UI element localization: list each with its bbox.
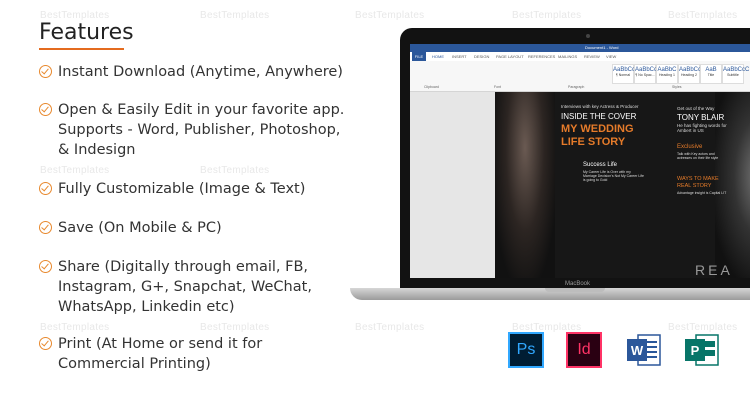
ways-line-2: REAL STORY: [677, 183, 712, 189]
word-title-bar: [410, 44, 750, 52]
check-circle-icon: [39, 260, 52, 273]
check-circle-icon: [39, 103, 52, 116]
check-circle-icon: [39, 182, 52, 195]
cover-sub-heading: Success Life: [583, 162, 618, 168]
cover-sub-text: My Career Life is Over with my Marriage …: [583, 170, 644, 182]
ways-line-1: WAYS TO MAKE: [677, 176, 719, 182]
ribbon-group-clipboard: Clipboard: [424, 85, 439, 89]
right-tag: Get out of the Way: [677, 106, 715, 111]
exclusive-text: Talk with Key actors and actresses on th…: [677, 152, 719, 160]
cover-headline-3: LIFE STORY: [561, 136, 626, 148]
feature-item: Fully Customizable (Image & Text): [39, 179, 305, 199]
laptop-notch: [545, 288, 605, 292]
style-no-spacing[interactable]: AaBbCcDc ¶ No Spac...: [634, 64, 664, 84]
style-heading-2[interactable]: AaBbCcC Heading 2: [678, 64, 705, 84]
style-heading-1[interactable]: AaBbC Heading 1: [656, 64, 678, 84]
style-subtitle[interactable]: AaBbCcC Subtitle: [722, 64, 749, 84]
feature-text: Open & Easily Edit in your favorite app.…: [58, 102, 345, 158]
svg-text:P: P: [691, 343, 700, 358]
watermark: BestTemplates: [200, 322, 270, 333]
check-circle-icon: [39, 221, 52, 234]
check-circle-icon: [39, 337, 52, 350]
tab-references[interactable]: REFERENCES: [528, 54, 555, 59]
tab-view[interactable]: VIEW: [606, 54, 616, 59]
watermark: BestTemplates: [40, 165, 110, 176]
feature-item: Open & Easily Edit in your favorite app.…: [39, 100, 344, 160]
watermark: BestTemplates: [355, 10, 425, 21]
footer-letters: REA: [695, 262, 733, 278]
cover-headline-1: INSIDE THE COVER: [561, 112, 637, 121]
feature-text: Save (On Mobile & PC): [58, 220, 222, 236]
watermark: BestTemplates: [668, 10, 738, 21]
ribbon-group-paragraph: Paragraph: [568, 85, 585, 89]
features-heading: Features: [39, 20, 134, 45]
feature-text: Print (At Home or send it for Commercial…: [58, 336, 263, 372]
tab-insert[interactable]: INSERT: [452, 54, 467, 59]
feature-text: Instant Download (Anytime, Anywhere): [58, 64, 343, 80]
tab-page-layout[interactable]: PAGE LAYOUT: [496, 54, 524, 59]
document-area: Interviews with key Actress & Producer I…: [410, 92, 750, 278]
right-name: TONY BLAIR: [677, 113, 725, 122]
feature-item: Save (On Mobile & PC): [39, 218, 222, 238]
tab-file[interactable]: FILE: [412, 52, 426, 61]
tab-mailings[interactable]: MAILINGS: [558, 54, 577, 59]
photoshop-icon: Ps: [508, 332, 544, 368]
style-normal[interactable]: AaBbCcDc ¶ Normal: [612, 64, 642, 84]
woman-photo: [495, 92, 555, 278]
feature-item: Instant Download (Anytime, Anywhere): [39, 62, 343, 82]
heading-underline: [39, 48, 124, 50]
document-title: Document1 - Word: [585, 45, 619, 50]
indesign-icon: Id: [566, 332, 602, 368]
camera-icon: [586, 34, 590, 38]
style-title[interactable]: AaB Title: [700, 64, 722, 84]
cover-tag: Interviews with key Actress & Producer: [561, 104, 639, 109]
feature-text: Share (Digitally through email, FB, Inst…: [58, 259, 312, 315]
ways-text: Advantage insight is Capital LIT: [677, 191, 727, 195]
publisher-icon: P: [684, 332, 720, 368]
right-text: He has fighting words for Ambert in US: [677, 123, 727, 133]
laptop-brand: MacBook: [565, 281, 591, 287]
watermark: BestTemplates: [40, 322, 110, 333]
svg-text:W: W: [631, 343, 644, 358]
cover-headline-2: MY WEDDING: [561, 123, 634, 135]
watermark: BestTemplates: [355, 322, 425, 333]
watermark: BestTemplates: [200, 165, 270, 176]
tab-design[interactable]: DESIGN: [474, 54, 489, 59]
word-icon: W: [626, 332, 662, 368]
watermark: BestTemplates: [200, 10, 270, 21]
check-circle-icon: [39, 65, 52, 78]
exclusive-label: Exclusive: [677, 144, 703, 150]
tab-review[interactable]: REVIEW: [584, 54, 600, 59]
magazine-page: Interviews with key Actress & Producer I…: [495, 92, 750, 278]
feature-text: Fully Customizable (Image & Text): [58, 181, 306, 197]
laptop-mockup: Document1 - Word HOME INSERT DESIGN PAGE…: [400, 28, 750, 290]
tab-home[interactable]: HOME: [432, 54, 444, 59]
feature-item: Print (At Home or send it for Commercial…: [39, 334, 262, 374]
ribbon-group-font: Font: [494, 85, 502, 89]
ribbon-group-styles: Styles: [672, 85, 682, 89]
laptop-screen: Document1 - Word HOME INSERT DESIGN PAGE…: [410, 44, 750, 278]
feature-item: Share (Digitally through email, FB, Inst…: [39, 257, 312, 317]
watermark: BestTemplates: [512, 10, 582, 21]
